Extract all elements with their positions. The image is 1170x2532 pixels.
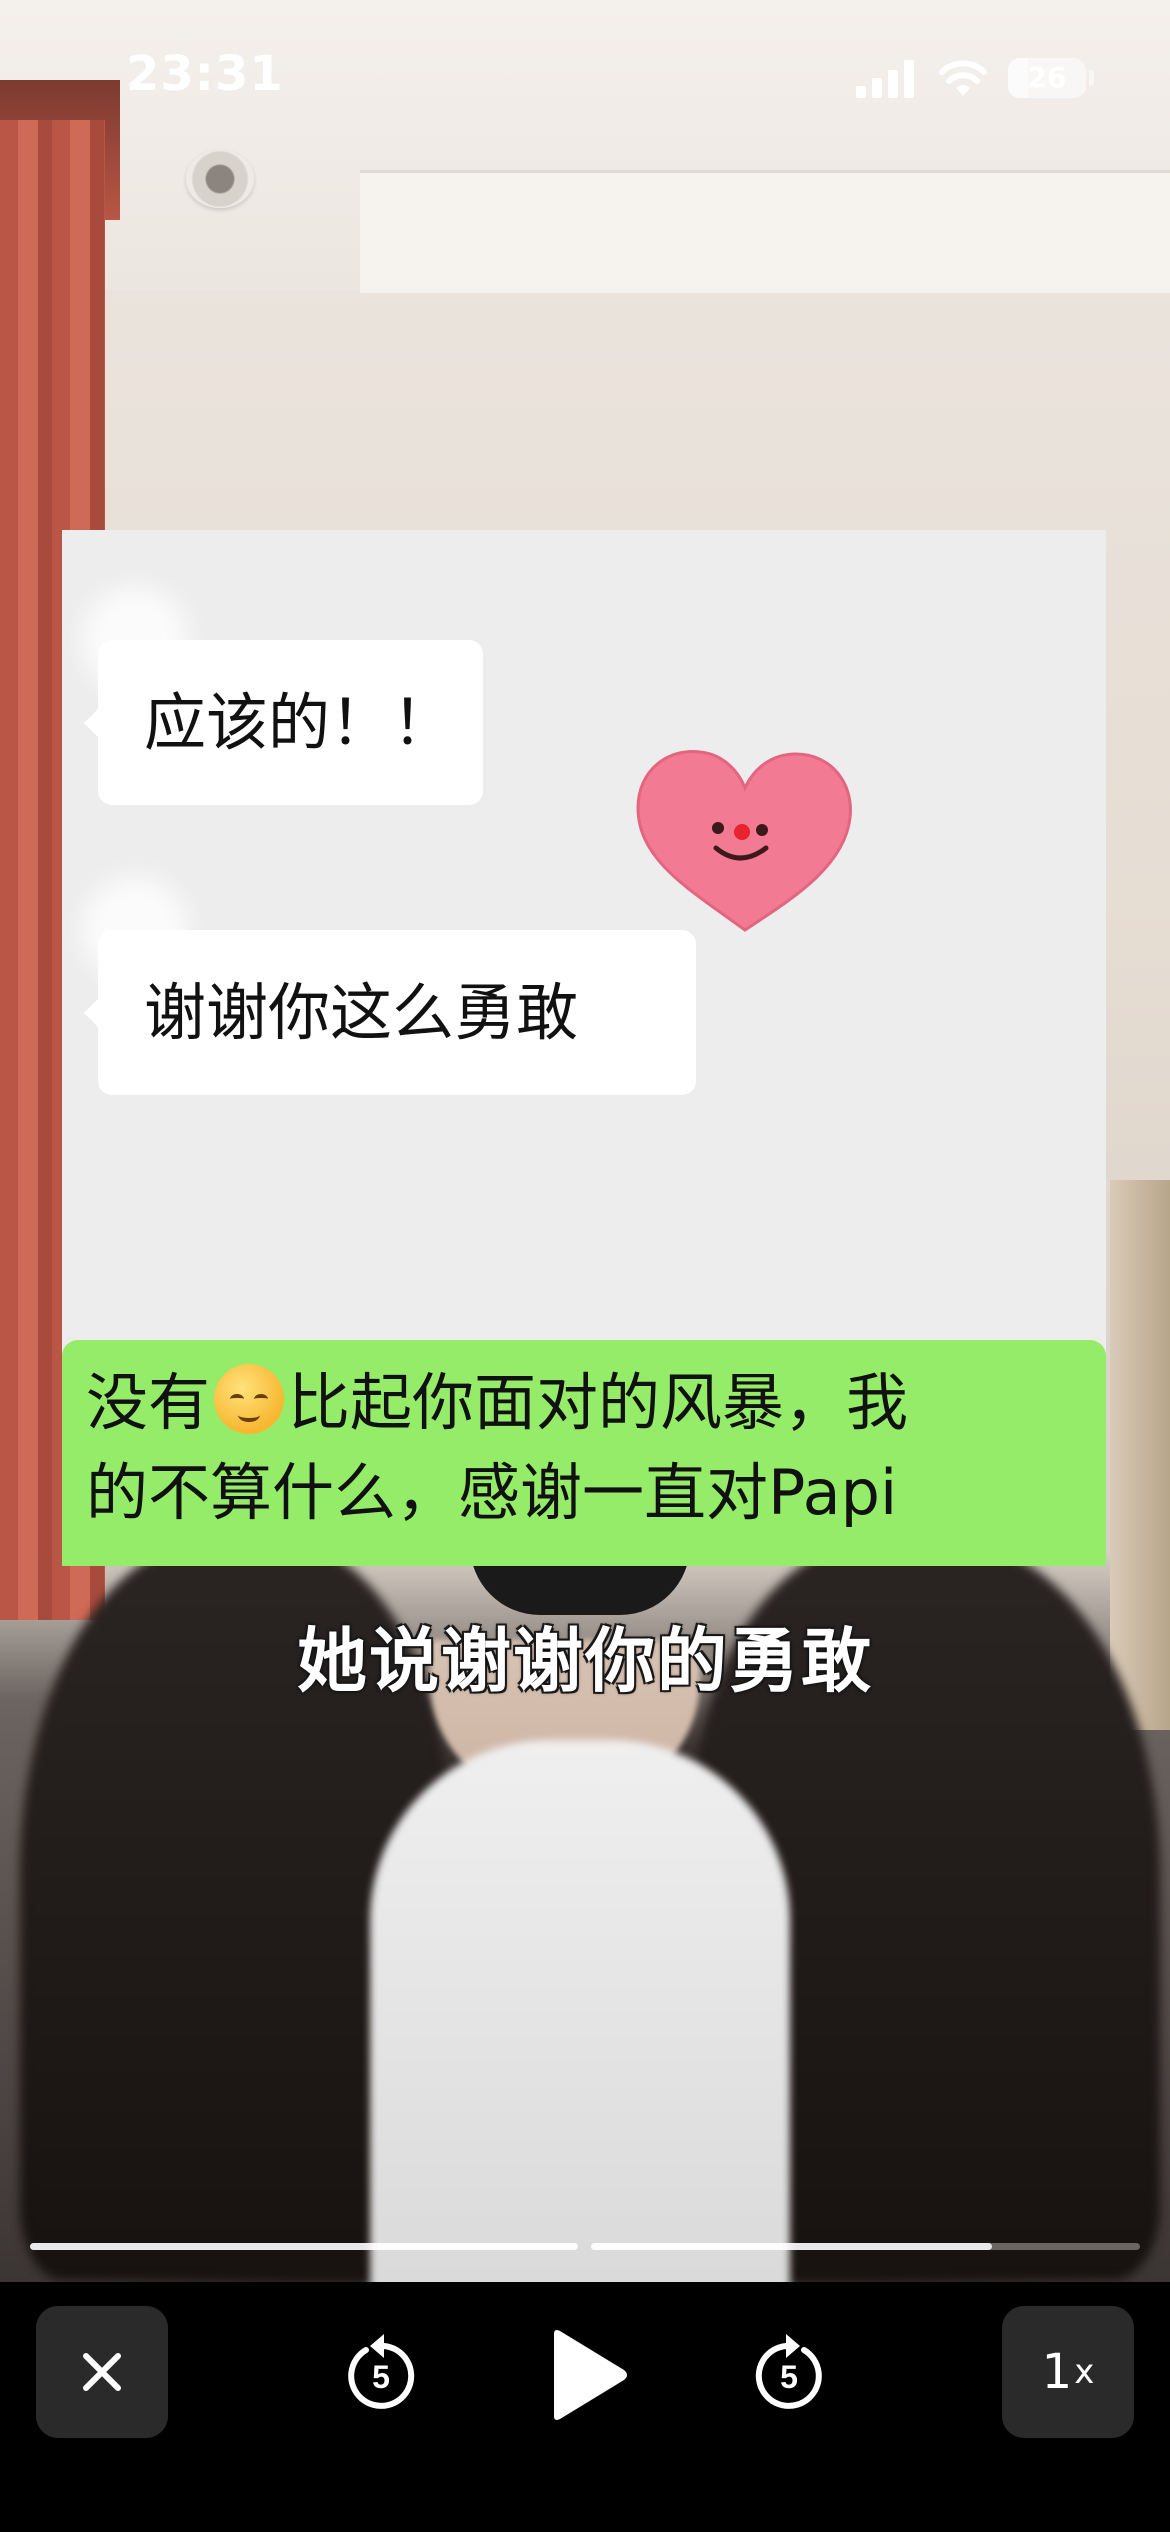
message-text: 没有 xyxy=(86,1366,211,1439)
battery-percent: 26 xyxy=(1027,61,1067,94)
speed-suffix: x xyxy=(1074,2352,1095,2392)
message-text: 比起你面对的风暴，我 xyxy=(288,1366,909,1439)
skip-forward-button[interactable]: 5 xyxy=(734,2320,844,2430)
progress-segment-fill xyxy=(591,2243,992,2250)
play-icon xyxy=(554,2330,627,2420)
outgoing-message: 没有 比起你面对的风暴，我 的不算什么，感谢一直对Papi xyxy=(62,1340,1106,1566)
close-button[interactable] xyxy=(36,2306,168,2438)
message-text: 的不算什么，感谢一直对Papi xyxy=(86,1456,898,1529)
message-text: 谢谢你这么勇敢 xyxy=(144,975,579,1049)
progress-segment-fill xyxy=(30,2243,578,2250)
skip-back-5-icon: 5 xyxy=(348,2334,415,2409)
incoming-message: 谢谢你这么勇敢 xyxy=(84,930,696,1095)
status-time: 23:31 xyxy=(126,46,284,102)
speed-value: 1 xyxy=(1041,2344,1073,2400)
relieved-face-emoji xyxy=(214,1364,285,1434)
battery-cap xyxy=(1089,70,1094,86)
person-shirt xyxy=(370,1740,790,2282)
skip-forward-5-icon: 5 xyxy=(755,2334,822,2409)
playback-speed-button[interactable]: 1x xyxy=(1002,2306,1134,2438)
wifi-icon xyxy=(939,60,987,96)
ceiling-light xyxy=(186,150,254,208)
progress-segment[interactable] xyxy=(591,2243,1140,2250)
playback-controls: 5 5 1x xyxy=(0,2282,1170,2532)
message-text: 应该的！！ xyxy=(144,685,455,759)
battery-icon: 26 xyxy=(1008,58,1086,98)
status-bar: 23:31 26 xyxy=(0,0,1170,150)
smiling-heart-sticker xyxy=(636,750,852,932)
video-frame[interactable]: 应该的！！ 谢谢你这么勇敢 没有 比起你面对的风暴，我 的不算什么，感谢一直对Pa… xyxy=(0,0,1170,2282)
ceiling-step xyxy=(360,170,1170,293)
play-button[interactable] xyxy=(530,2320,640,2430)
chat-screenshot: 应该的！！ 谢谢你这么勇敢 没有 比起你面对的风暴，我 的不算什么，感谢一直对Pa… xyxy=(62,530,1106,1566)
skip-back-button[interactable]: 5 xyxy=(326,2320,436,2430)
video-subtitle: 她说谢谢你的勇敢 xyxy=(297,1620,873,1702)
progress-segment[interactable] xyxy=(30,2243,578,2250)
close-icon xyxy=(83,2353,121,2391)
story-viewer: 应该的！！ 谢谢你这么勇敢 没有 比起你面对的风暴，我 的不算什么，感谢一直对Pa… xyxy=(0,0,1170,2532)
incoming-message: 应该的！！ xyxy=(84,640,483,805)
skip-forward-seconds: 5 xyxy=(780,2359,798,2395)
skip-back-seconds: 5 xyxy=(372,2359,390,2395)
cellular-signal-icon xyxy=(856,60,916,98)
